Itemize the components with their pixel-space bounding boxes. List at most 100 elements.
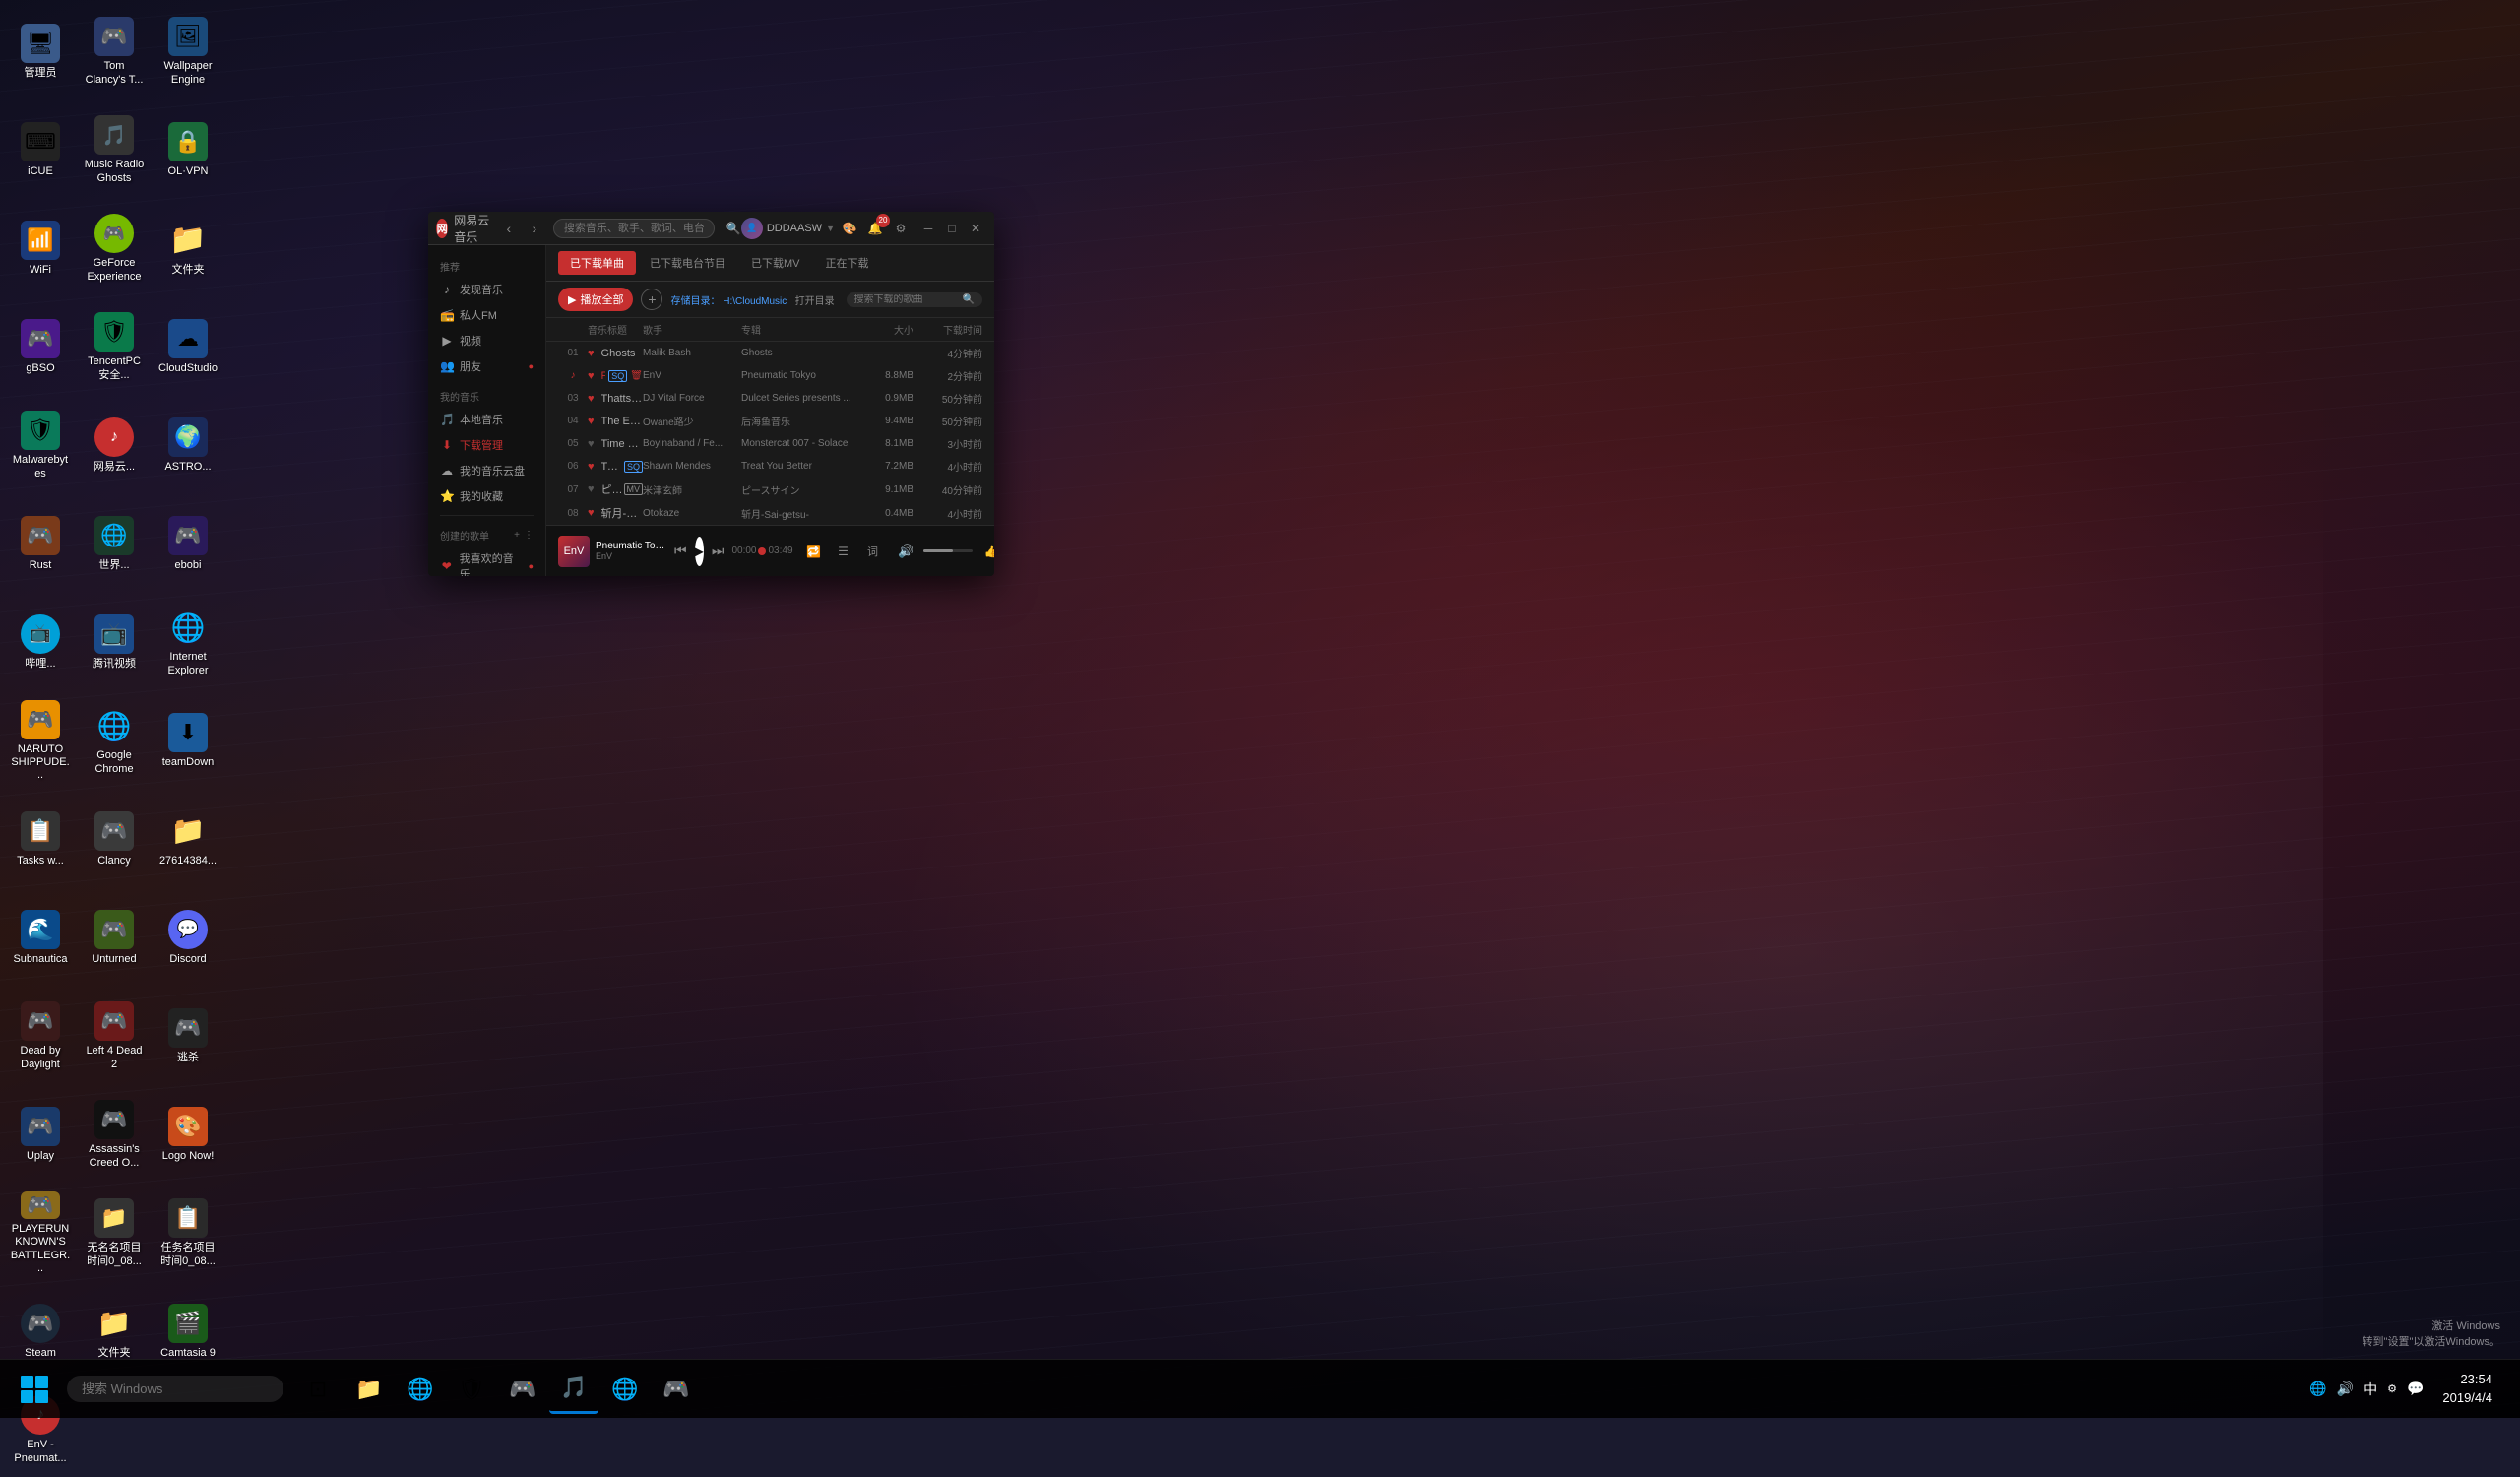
table-row[interactable]: 01 ♥ Ghosts Malik Bash Ghosts 4分钟前: [546, 342, 994, 364]
desktop-icon-gbso[interactable]: 🎮 gBSO: [5, 300, 76, 394]
desktop-icon-tencent-pc[interactable]: 🛡 TencentPC安全...: [79, 300, 150, 394]
taskbar-item-file-explorer[interactable]: 📁: [345, 1365, 394, 1414]
taskbar-clock[interactable]: 23:54 2019/4/4: [2434, 1367, 2500, 1410]
desktop-icon-shijie[interactable]: 🌐 世界...: [79, 497, 150, 591]
desktop-icon-malwarebytes[interactable]: 🛡 Malwarebytes: [5, 399, 76, 492]
tray-icon-network[interactable]: 🌐: [2306, 1378, 2329, 1400]
table-row[interactable]: 06 ♥ Treat You Better SQ Shawn Mendes Tr…: [546, 455, 994, 478]
desktop-icon-subnautica[interactable]: 🌊 Subnautica: [5, 891, 76, 985]
song-search-input[interactable]: [854, 294, 963, 305]
desktop-icon-vpn[interactable]: 🔒 OL·VPN: [153, 103, 223, 197]
open-directory-link[interactable]: 打开目录: [795, 296, 835, 307]
desktop-icon-276143[interactable]: 📁 27614384...: [153, 793, 223, 886]
skinchange-button[interactable]: 🎨: [839, 218, 860, 239]
desktop-icon-wallpaper-engine[interactable]: 🖼 Wallpaper Engine: [153, 5, 223, 98]
volume-bar[interactable]: [923, 549, 973, 552]
heart-icon[interactable]: ♥: [588, 438, 595, 450]
desktop-icon-unturned[interactable]: 🎮 Unturned: [79, 891, 150, 985]
desktop-icon-cloud-studio[interactable]: ☁ CloudStudio: [153, 300, 223, 394]
desktop-icon-uplay[interactable]: 🎮 Uplay: [5, 1088, 76, 1182]
taskbar-item-defender[interactable]: 🛡: [447, 1365, 496, 1414]
sidebar-item-cloud[interactable]: ☁ 我的音乐云盘: [428, 458, 545, 483]
desktop-icon-logo-now[interactable]: 🎨 Logo Now!: [153, 1088, 223, 1182]
sidebar-item-discover[interactable]: ♪ 发现音乐: [428, 277, 545, 302]
heart-icon[interactable]: ♥: [588, 483, 595, 495]
taskbar-item-music-player[interactable]: 🎵: [549, 1365, 598, 1414]
taskbar-item-steam[interactable]: 🎮: [652, 1365, 701, 1414]
delete-icon[interactable]: 🗑: [630, 370, 643, 381]
desktop-icon-tasks2[interactable]: 📋 任务名项目 时间0_08...: [153, 1187, 223, 1280]
desktop-icon-rust[interactable]: 🎮 Rust: [5, 497, 76, 591]
tray-icon-volume[interactable]: 🔊: [2334, 1378, 2357, 1400]
desktop-icon-geforce[interactable]: 🎮 GeForce Experience: [79, 202, 150, 295]
add-to-playlist-button[interactable]: +: [641, 289, 662, 310]
desktop-icon-pubg[interactable]: 🎮 PLAYERUNKNOWN'S BATTLEGR...: [5, 1187, 76, 1280]
tray-icon-notification[interactable]: 💬: [2404, 1378, 2426, 1400]
desktop-icon-qqtube[interactable]: 📺 腾讯视频: [79, 596, 150, 689]
desktop-icon-dead-daylight[interactable]: 🎮 Dead by Daylight: [5, 990, 76, 1083]
desktop-icon-naruto[interactable]: 🎮 NARUTO SHIPPUDE...: [5, 694, 76, 788]
sidebar-item-collect[interactable]: ⭐ 我的收藏: [428, 483, 545, 509]
heart-icon[interactable]: ♥: [588, 370, 595, 382]
playlist-button[interactable]: ☰: [831, 539, 856, 564]
nav-forward-button[interactable]: ›: [524, 218, 545, 239]
heart-icon[interactable]: ♥: [588, 393, 595, 405]
next-button[interactable]: ⏭: [712, 539, 724, 564]
taskbar-search-input[interactable]: [67, 1376, 284, 1402]
volume-icon[interactable]: 🔊: [894, 539, 919, 564]
minimize-button[interactable]: ─: [917, 218, 939, 239]
desktop-icon-google-chrome[interactable]: 🌐 Google Chrome: [79, 694, 150, 788]
lyrics-button[interactable]: 词: [860, 539, 886, 564]
maximize-button[interactable]: □: [941, 218, 963, 239]
taskbar-item-browser[interactable]: 🌐: [600, 1365, 650, 1414]
heart-icon[interactable]: ♥: [588, 507, 595, 519]
close-button[interactable]: ✕: [965, 218, 986, 239]
desktop-icon-teamdown[interactable]: ⬇ teamDown: [153, 694, 223, 788]
desktop-icon-wuming[interactable]: 📁 无名名项目 时间0_08...: [79, 1187, 150, 1280]
taskbar-item-gaming-icon[interactable]: 🎮: [498, 1365, 547, 1414]
heart-icon[interactable]: ♥: [588, 416, 595, 427]
table-row[interactable]: 08 ♥ 斩月-Sai-getsu- Otokaze 斩月-Sai-getsu-…: [546, 501, 994, 525]
window-logo[interactable]: 网 网易云音乐: [436, 212, 490, 245]
start-button[interactable]: [10, 1365, 59, 1414]
desktop-icon-wifi[interactable]: 📶 WiFi: [5, 202, 76, 295]
table-row[interactable]: 05 ♥ Time Bomb (feat. Veela) Boyinaband …: [546, 432, 994, 455]
desktop-icon-internet-explorer[interactable]: 🌐 Internet Explorer: [153, 596, 223, 689]
desktop-icon-folder[interactable]: 📁 文件夹: [153, 202, 223, 295]
desktop-icon-tasks[interactable]: 📋 Tasks w...: [5, 793, 76, 886]
tray-icon-input[interactable]: 中: [2361, 1377, 2380, 1402]
tab-downloaded-mv[interactable]: 已下载MV: [739, 251, 812, 275]
table-row[interactable]: ♪ ♥ Pneumatic Tokyo SQ 🗑 EnV Pneumatic T…: [546, 364, 994, 387]
repeat-button[interactable]: 🔁: [801, 539, 827, 564]
sidebar-item-video[interactable]: ▶ 视频: [428, 328, 545, 353]
desktop-icon-administrator[interactable]: 🖥 管理员: [5, 5, 76, 98]
play-all-button[interactable]: ▶ 播放全部: [558, 288, 633, 311]
desktop-icon-tom-clancy[interactable]: 🎮 Tom Clancy's T...: [79, 5, 150, 98]
col-title[interactable]: 音乐标题: [588, 322, 643, 337]
table-row[interactable]: 07 ♥ ピースサイン (TV收录/我的英... MV 米津玄師 ピースサイン …: [546, 478, 994, 501]
sidebar-item-fm[interactable]: 📻 私人FM: [428, 302, 545, 328]
tray-icon-settings[interactable]: ⚙: [2384, 1380, 2400, 1398]
song-search-box[interactable]: 🔍: [847, 292, 982, 307]
tab-downloaded-songs[interactable]: 已下载单曲: [558, 251, 636, 275]
window-search-input[interactable]: [553, 219, 715, 238]
desktop-icon-bilibili[interactable]: 📺 哔哩...: [5, 596, 76, 689]
table-row[interactable]: 04 ♥ The End Of The Summer(Pneumatic... …: [546, 410, 994, 432]
table-row[interactable]: 03 ♥ Thattsuki Royan - Animal Katana (Li…: [546, 387, 994, 410]
desktop-icon-left4dead[interactable]: 🎮 Left 4 Dead 2: [79, 990, 150, 1083]
desktop-icon-music-radio[interactable]: 🎵 Music Radio Ghosts: [79, 103, 150, 197]
user-menu[interactable]: 👤 DDDAASW ▼: [741, 218, 835, 239]
sidebar-item-local-music[interactable]: 🎵 本地音乐: [428, 407, 545, 432]
desktop-icon-music163[interactable]: ♪ 网易云...: [79, 399, 150, 492]
desktop-icon-assassin[interactable]: 🎮 Assassin's Creed O...: [79, 1088, 150, 1182]
heart-icon[interactable]: ♥: [588, 461, 595, 473]
taskbar-item-edge[interactable]: 🌐: [396, 1365, 445, 1414]
desktop-icon-zhuang[interactable]: 🎮 逃杀: [153, 990, 223, 1083]
desktop-icon-clancy[interactable]: 🎮 Clancy: [79, 793, 150, 886]
desktop-icon-ebobi[interactable]: 🎮 ebobi: [153, 497, 223, 591]
desktop-icon-discord[interactable]: 💬 Discord: [153, 891, 223, 985]
play-pause-button[interactable]: ▶: [695, 537, 704, 566]
desktop-icon-astro[interactable]: 🌍 ASTRO...: [153, 399, 223, 492]
tab-downloading[interactable]: 正在下载: [814, 251, 881, 275]
settings-button[interactable]: ⚙: [890, 218, 912, 239]
